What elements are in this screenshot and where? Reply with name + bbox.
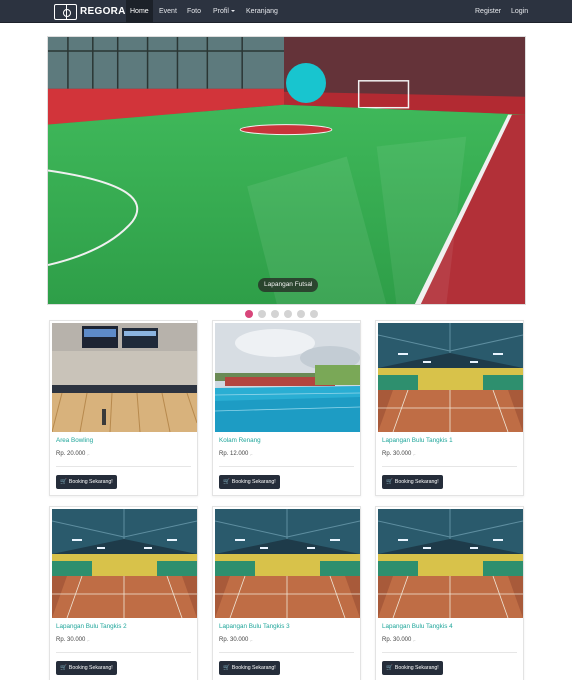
card-price: Rp. 20.000 ,- [56, 451, 89, 457]
price-unit: ,- [87, 637, 90, 642]
price-value: Rp. 30.000 [219, 637, 249, 643]
card-divider [219, 466, 354, 467]
caret-down-icon [230, 10, 235, 13]
hero-carousel[interactable] [47, 36, 526, 305]
badminton-court-thumbnail [52, 509, 197, 618]
price-unit: ,- [413, 637, 416, 642]
card-title[interactable]: Lapangan Bulu Tangkis 3 [219, 623, 290, 630]
card-title[interactable]: Lapangan Bulu Tangkis 2 [56, 623, 127, 630]
product-card: Lapangan Bulu Tangkis 4 Rp. 30.000 ,- 🛒 B… [375, 506, 524, 680]
card-divider [56, 652, 191, 653]
price-value: Rp. 12.000 [219, 451, 249, 457]
pool-thumbnail [215, 323, 360, 432]
price-unit: ,- [250, 451, 253, 456]
product-card: Lapangan Bulu Tangkis 2 Rp. 30.000 ,- 🛒 B… [49, 506, 198, 680]
booking-button[interactable]: 🛒 Booking Sekarang! [382, 661, 443, 675]
nav-profil-label: Profil [213, 8, 229, 15]
card-price: Rp. 30.000 ,- [219, 637, 252, 643]
product-card: Lapangan Bulu Tangkis 3 Rp. 30.000 ,- 🛒 B… [212, 506, 361, 680]
product-card: Kolam Renang Rp. 12.000 ,- 🛒 Booking Seka… [212, 320, 361, 496]
bowling-thumbnail [52, 323, 197, 432]
carousel-indicators [245, 310, 318, 319]
decorative-circle [286, 63, 326, 103]
soccer-field-logo-icon [54, 3, 77, 20]
nav-home[interactable]: Home [126, 0, 153, 23]
booking-button[interactable]: 🛒 Booking Sekarang! [219, 661, 280, 675]
booking-button-label: Booking Sekarang! [231, 665, 276, 671]
nav-keranjang[interactable]: Keranjang [242, 0, 282, 23]
navbar: REGORA Home Event Foto Profil Keranjang … [0, 0, 572, 23]
card-title[interactable]: Area Bowling [56, 437, 93, 444]
card-divider [382, 652, 517, 653]
booking-button-label: Booking Sekarang! [68, 665, 113, 671]
card-price: Rp. 30.000 ,- [56, 637, 89, 643]
booking-button[interactable]: 🛒 Booking Sekarang! [56, 661, 117, 675]
nav-foto[interactable]: Foto [183, 0, 205, 23]
cart-icon: 🛒 [386, 479, 393, 485]
card-divider [219, 652, 354, 653]
cart-icon: 🛒 [223, 665, 230, 671]
carousel-caption: Lapangan Futsal [258, 278, 319, 292]
price-unit: ,- [250, 637, 253, 642]
booking-button[interactable]: 🛒 Booking Sekarang! [219, 475, 280, 489]
brand-link[interactable]: REGORA [54, 3, 126, 20]
cart-icon: 🛒 [386, 665, 393, 671]
product-card: Area Bowling Rp. 20.000 ,- 🛒 Booking Seka… [49, 320, 198, 496]
nav-register[interactable]: Register [471, 0, 505, 23]
card-title[interactable]: Lapangan Bulu Tangkis 4 [382, 623, 453, 630]
carousel-indicator[interactable] [258, 310, 266, 318]
carousel-indicator[interactable] [245, 310, 253, 318]
price-value: Rp. 30.000 [382, 637, 412, 643]
price-value: Rp. 30.000 [56, 637, 86, 643]
booking-button-label: Booking Sekarang! [394, 479, 439, 485]
cart-icon: 🛒 [60, 479, 67, 485]
price-unit: ,- [87, 451, 90, 456]
product-card: Lapangan Bulu Tangkis 1 Rp. 30.000 ,- 🛒 B… [375, 320, 524, 496]
card-divider [382, 466, 517, 467]
nav-event[interactable]: Event [155, 0, 181, 23]
price-unit: ,- [413, 451, 416, 456]
booking-button[interactable]: 🛒 Booking Sekarang! [56, 475, 117, 489]
cart-icon: 🛒 [223, 479, 230, 485]
badminton-court-thumbnail [215, 509, 360, 618]
card-price: Rp. 30.000 ,- [382, 451, 415, 457]
badminton-court-thumbnail [378, 323, 523, 432]
carousel-indicator[interactable] [297, 310, 305, 318]
carousel-indicator[interactable] [284, 310, 292, 318]
card-price: Rp. 12.000 ,- [219, 451, 252, 457]
card-price: Rp. 30.000 ,- [382, 637, 415, 643]
carousel-indicator[interactable] [310, 310, 318, 318]
booking-button-label: Booking Sekarang! [231, 479, 276, 485]
cart-icon: 🛒 [60, 665, 67, 671]
booking-button[interactable]: 🛒 Booking Sekarang! [382, 475, 443, 489]
badminton-court-thumbnail [378, 509, 523, 618]
brand-name: REGORA [80, 6, 126, 17]
price-value: Rp. 30.000 [382, 451, 412, 457]
booking-button-label: Booking Sekarang! [394, 665, 439, 671]
nav-login[interactable]: Login [507, 0, 532, 23]
card-title[interactable]: Kolam Renang [219, 437, 261, 444]
card-divider [56, 466, 191, 467]
card-title[interactable]: Lapangan Bulu Tangkis 1 [382, 437, 453, 444]
carousel-indicator[interactable] [271, 310, 279, 318]
price-value: Rp. 20.000 [56, 451, 86, 457]
nav-profil-dropdown[interactable]: Profil [209, 0, 239, 23]
booking-button-label: Booking Sekarang! [68, 479, 113, 485]
